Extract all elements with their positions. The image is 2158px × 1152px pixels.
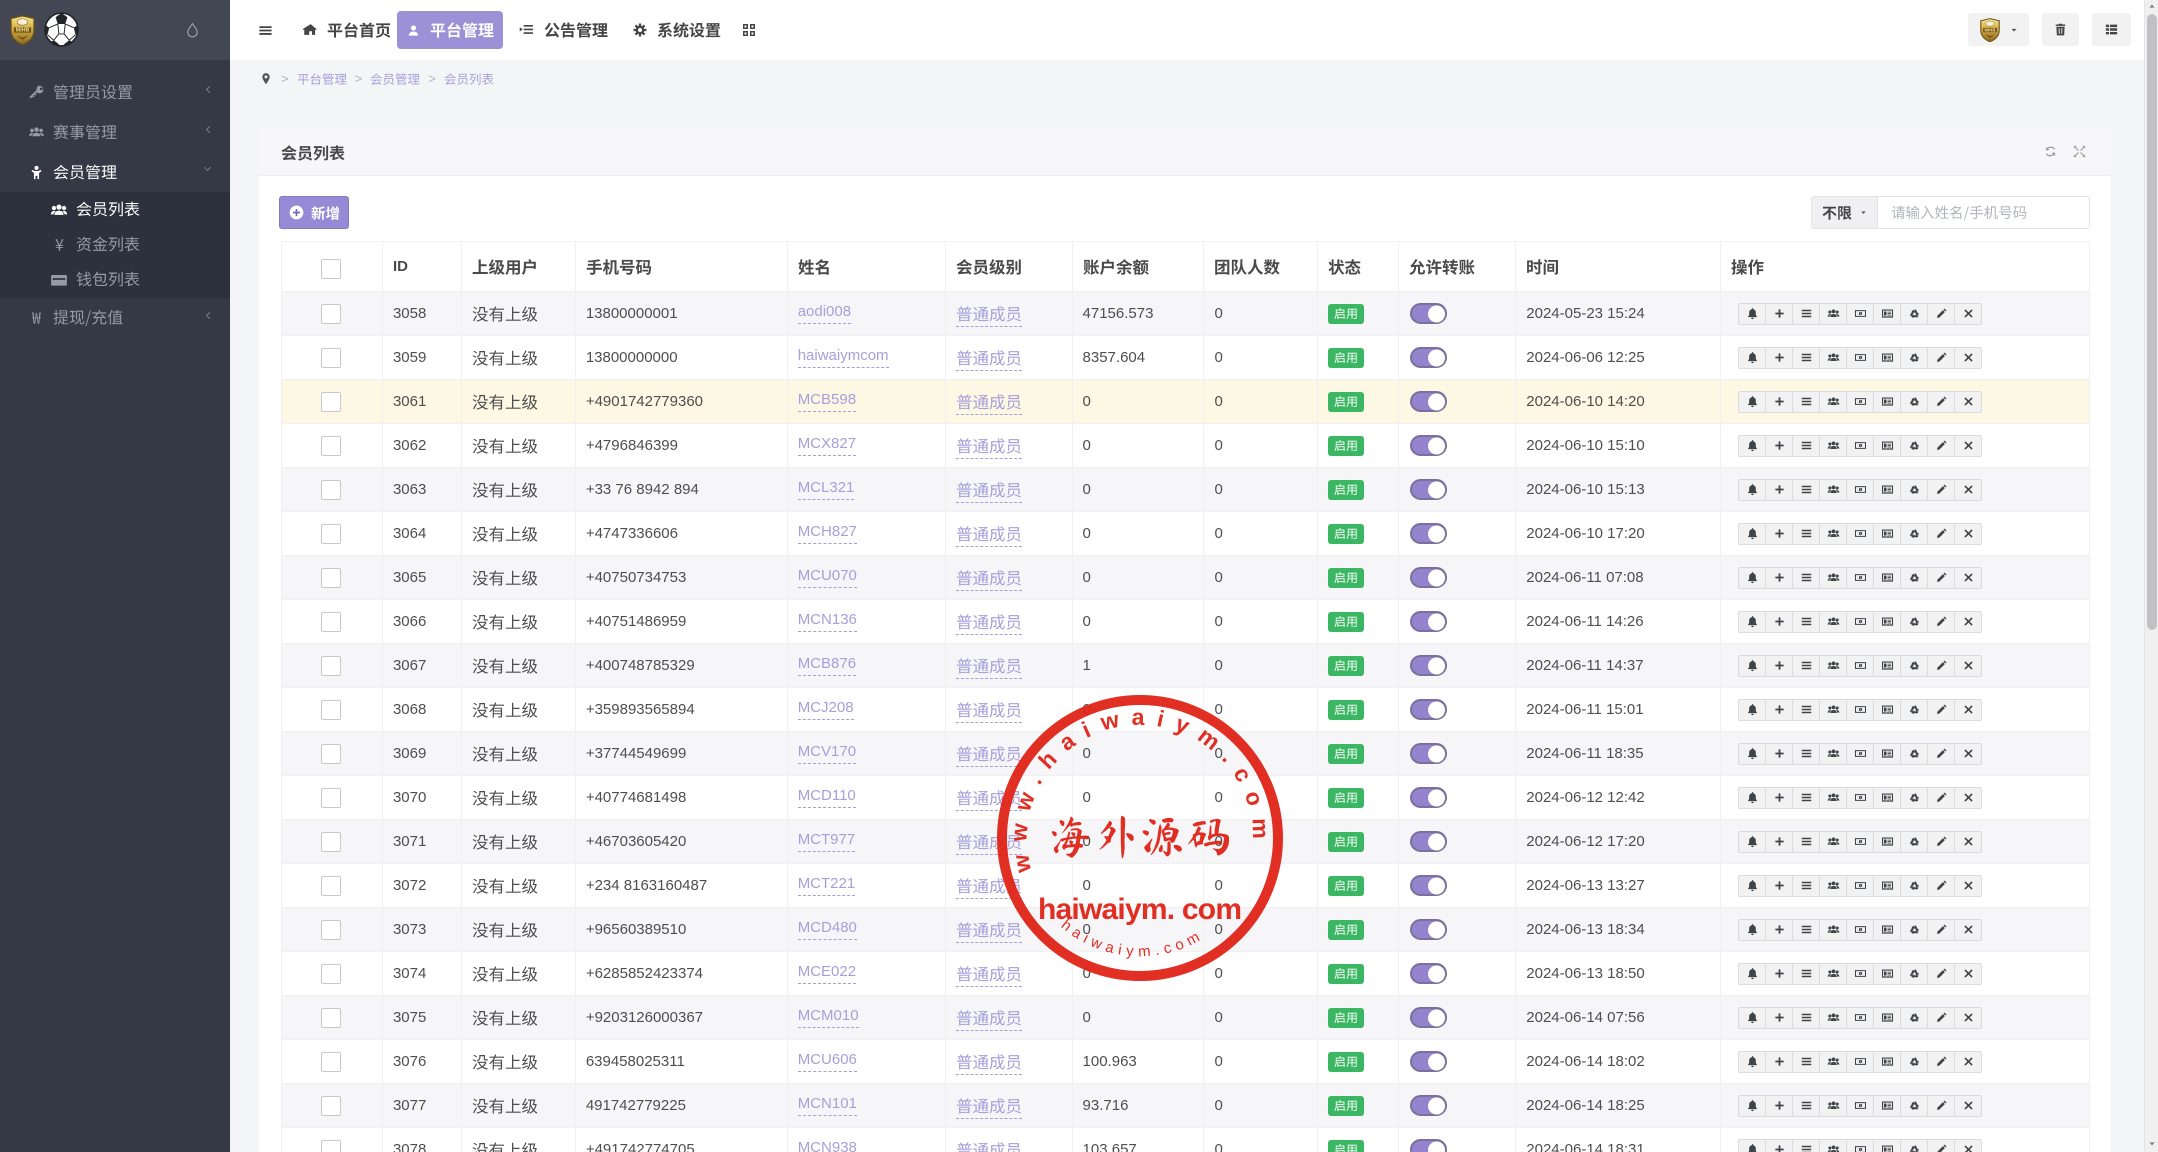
svg-text:MIHB: MIHB xyxy=(1984,27,1995,32)
svg-text:www.haiwaiym.com: www.haiwaiym.com xyxy=(1005,704,1274,876)
svg-text:MIHB: MIHB xyxy=(16,28,30,34)
svg-text:haiwaiym. com: haiwaiym. com xyxy=(1038,893,1242,926)
